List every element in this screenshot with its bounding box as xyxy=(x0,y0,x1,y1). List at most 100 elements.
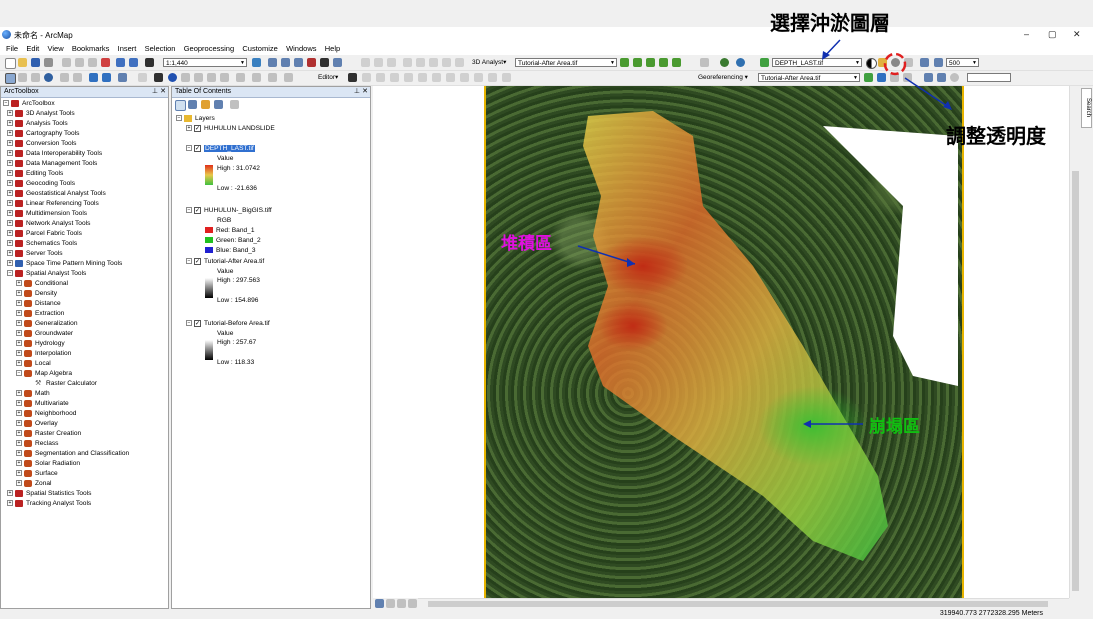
toolset-segmentation[interactable]: + Segmentation and Classification xyxy=(16,449,129,459)
disabled-tool-icon[interactable] xyxy=(376,73,385,82)
toolset-raster-creation[interactable]: + Raster Creation xyxy=(16,429,81,439)
fixed-zoom-in-icon[interactable] xyxy=(60,73,69,82)
toolset-zonal[interactable]: + Zonal xyxy=(16,479,52,489)
disabled-tool-icon[interactable] xyxy=(442,58,451,67)
expand-icon[interactable]: + xyxy=(16,300,22,307)
pin-icon[interactable]: ⊥ xyxy=(152,87,158,97)
toolbox-parcel-fabric[interactable]: + Parcel Fabric Tools xyxy=(7,229,82,239)
expand-icon[interactable]: + xyxy=(16,320,22,327)
toolbox-spatial-analyst[interactable]: − Spatial Analyst Tools xyxy=(7,269,86,279)
collapse-icon[interactable]: − xyxy=(186,207,192,214)
toolset-multivariate[interactable]: + Multivariate xyxy=(16,399,69,409)
add-control-points-icon[interactable] xyxy=(864,73,873,82)
expand-icon[interactable]: + xyxy=(7,500,13,507)
arctoolbox-window-icon[interactable] xyxy=(307,58,316,67)
full-extent-icon[interactable] xyxy=(44,73,53,82)
delete-icon[interactable] xyxy=(101,58,110,67)
toolbox-spatial-statistics[interactable]: + Spatial Statistics Tools xyxy=(7,489,91,499)
disabled-tool-icon[interactable] xyxy=(416,58,425,67)
expand-icon[interactable]: + xyxy=(7,490,13,497)
save-icon[interactable] xyxy=(31,58,40,67)
measure-icon[interactable] xyxy=(207,73,216,82)
expand-icon[interactable]: + xyxy=(186,125,192,132)
toolbox-network-analyst[interactable]: + Network Analyst Tools xyxy=(7,219,90,229)
expand-icon[interactable]: + xyxy=(16,280,22,287)
clear-selection-icon[interactable] xyxy=(138,73,147,82)
toc-layer-depth-last[interactable]: − ✓ DEPTH_LAST.tif xyxy=(186,144,255,154)
refresh-icon[interactable] xyxy=(397,599,406,608)
undo-icon[interactable] xyxy=(116,58,125,67)
collapse-icon[interactable]: − xyxy=(186,145,192,152)
toolset-density[interactable]: + Density xyxy=(16,289,57,299)
expand-icon[interactable]: + xyxy=(16,460,22,467)
expand-icon[interactable]: + xyxy=(16,430,22,437)
profile-icon[interactable] xyxy=(672,58,681,67)
map-scale-combo[interactable]: 1:1,440 ▼ xyxy=(163,58,247,67)
model-builder-icon[interactable] xyxy=(333,58,342,67)
expand-icon[interactable]: + xyxy=(16,330,22,337)
transparency-icon[interactable] xyxy=(891,58,900,67)
expand-icon[interactable]: + xyxy=(16,420,22,427)
collapse-icon[interactable]: − xyxy=(3,100,9,107)
expand-icon[interactable]: + xyxy=(16,350,22,357)
effects-layer-combo[interactable]: DEPTH_LAST.tif ▼ xyxy=(772,58,862,67)
toolbox-conversion[interactable]: + Conversion Tools xyxy=(7,139,76,149)
menu-file[interactable]: File xyxy=(6,43,18,55)
disabled-tool-icon[interactable] xyxy=(429,58,438,67)
print-icon[interactable] xyxy=(44,58,53,67)
rotate-data-frame-icon[interactable] xyxy=(950,73,959,82)
expand-icon[interactable]: + xyxy=(7,180,13,187)
link-table-icon[interactable] xyxy=(924,73,933,82)
collapse-icon[interactable]: − xyxy=(7,270,13,277)
expand-icon[interactable]: + xyxy=(7,150,13,157)
disabled-tool-icon[interactable] xyxy=(446,73,455,82)
line-of-sight-icon[interactable] xyxy=(646,58,655,67)
3d-analyst-layer-combo[interactable]: Tutorial-After Area.tif ▼ xyxy=(515,58,617,67)
expand-icon[interactable]: + xyxy=(7,130,13,137)
viewer-icon[interactable] xyxy=(937,73,946,82)
menu-geoprocessing[interactable]: Geoprocessing xyxy=(184,43,234,55)
expand-icon[interactable]: + xyxy=(7,200,13,207)
disabled-tool-icon[interactable] xyxy=(404,73,413,82)
vertical-scrollbar[interactable] xyxy=(1069,86,1081,598)
expand-icon[interactable]: + xyxy=(16,470,22,477)
expand-icon[interactable]: + xyxy=(7,210,13,217)
toolset-overlay[interactable]: + Overlay xyxy=(16,419,58,429)
disabled-tool-icon[interactable] xyxy=(403,58,412,67)
georef-layer-combo[interactable]: Tutorial-After Area.tif ▼ xyxy=(758,73,860,82)
minimize-button[interactable]: – xyxy=(1024,29,1029,39)
expand-icon[interactable]: + xyxy=(7,120,13,127)
layer-visibility-checkbox[interactable]: ✓ xyxy=(194,319,201,327)
disabled-tool-icon[interactable] xyxy=(374,58,383,67)
redo-icon[interactable] xyxy=(129,58,138,67)
forward-extent-icon[interactable] xyxy=(102,73,111,82)
toolset-local[interactable]: + Local xyxy=(16,359,51,369)
swipe-icon[interactable] xyxy=(904,58,913,67)
3d-analyst-menu[interactable]: 3D Analyst▾ xyxy=(472,58,506,67)
disabled-tool-icon[interactable] xyxy=(362,73,371,82)
open-icon[interactable] xyxy=(18,58,27,67)
menu-bookmarks[interactable]: Bookmarks xyxy=(72,43,110,55)
select-features-icon[interactable] xyxy=(118,73,127,82)
map-view[interactable]: 堆積區 崩塌區 xyxy=(373,86,1080,598)
interpolate-icon[interactable] xyxy=(659,58,668,67)
new-map-icon[interactable] xyxy=(5,58,16,69)
disabled-tool-icon[interactable] xyxy=(460,73,469,82)
disabled-tool-icon[interactable] xyxy=(390,73,399,82)
paste-icon[interactable] xyxy=(88,58,97,67)
toolbox-cartography[interactable]: + Cartography Tools xyxy=(7,129,79,139)
toolset-math[interactable]: + Math xyxy=(16,389,50,399)
edit-tool-icon[interactable] xyxy=(348,73,357,82)
disabled-tool-icon[interactable] xyxy=(418,73,427,82)
contrast-icon[interactable] xyxy=(866,58,877,69)
editor-menu[interactable]: Editor▾ xyxy=(318,73,338,82)
expand-icon[interactable]: + xyxy=(7,250,13,257)
collapse-icon[interactable]: − xyxy=(176,115,182,122)
list-by-source-icon[interactable] xyxy=(188,100,197,109)
close-button[interactable]: ✕ xyxy=(1073,29,1081,40)
cut-icon[interactable] xyxy=(62,58,71,67)
select-elements-icon[interactable] xyxy=(154,73,163,82)
toolset-reclass[interactable]: + Reclass xyxy=(16,439,58,449)
profile-graph-icon[interactable] xyxy=(700,58,709,67)
rotate-icon[interactable] xyxy=(877,73,886,82)
